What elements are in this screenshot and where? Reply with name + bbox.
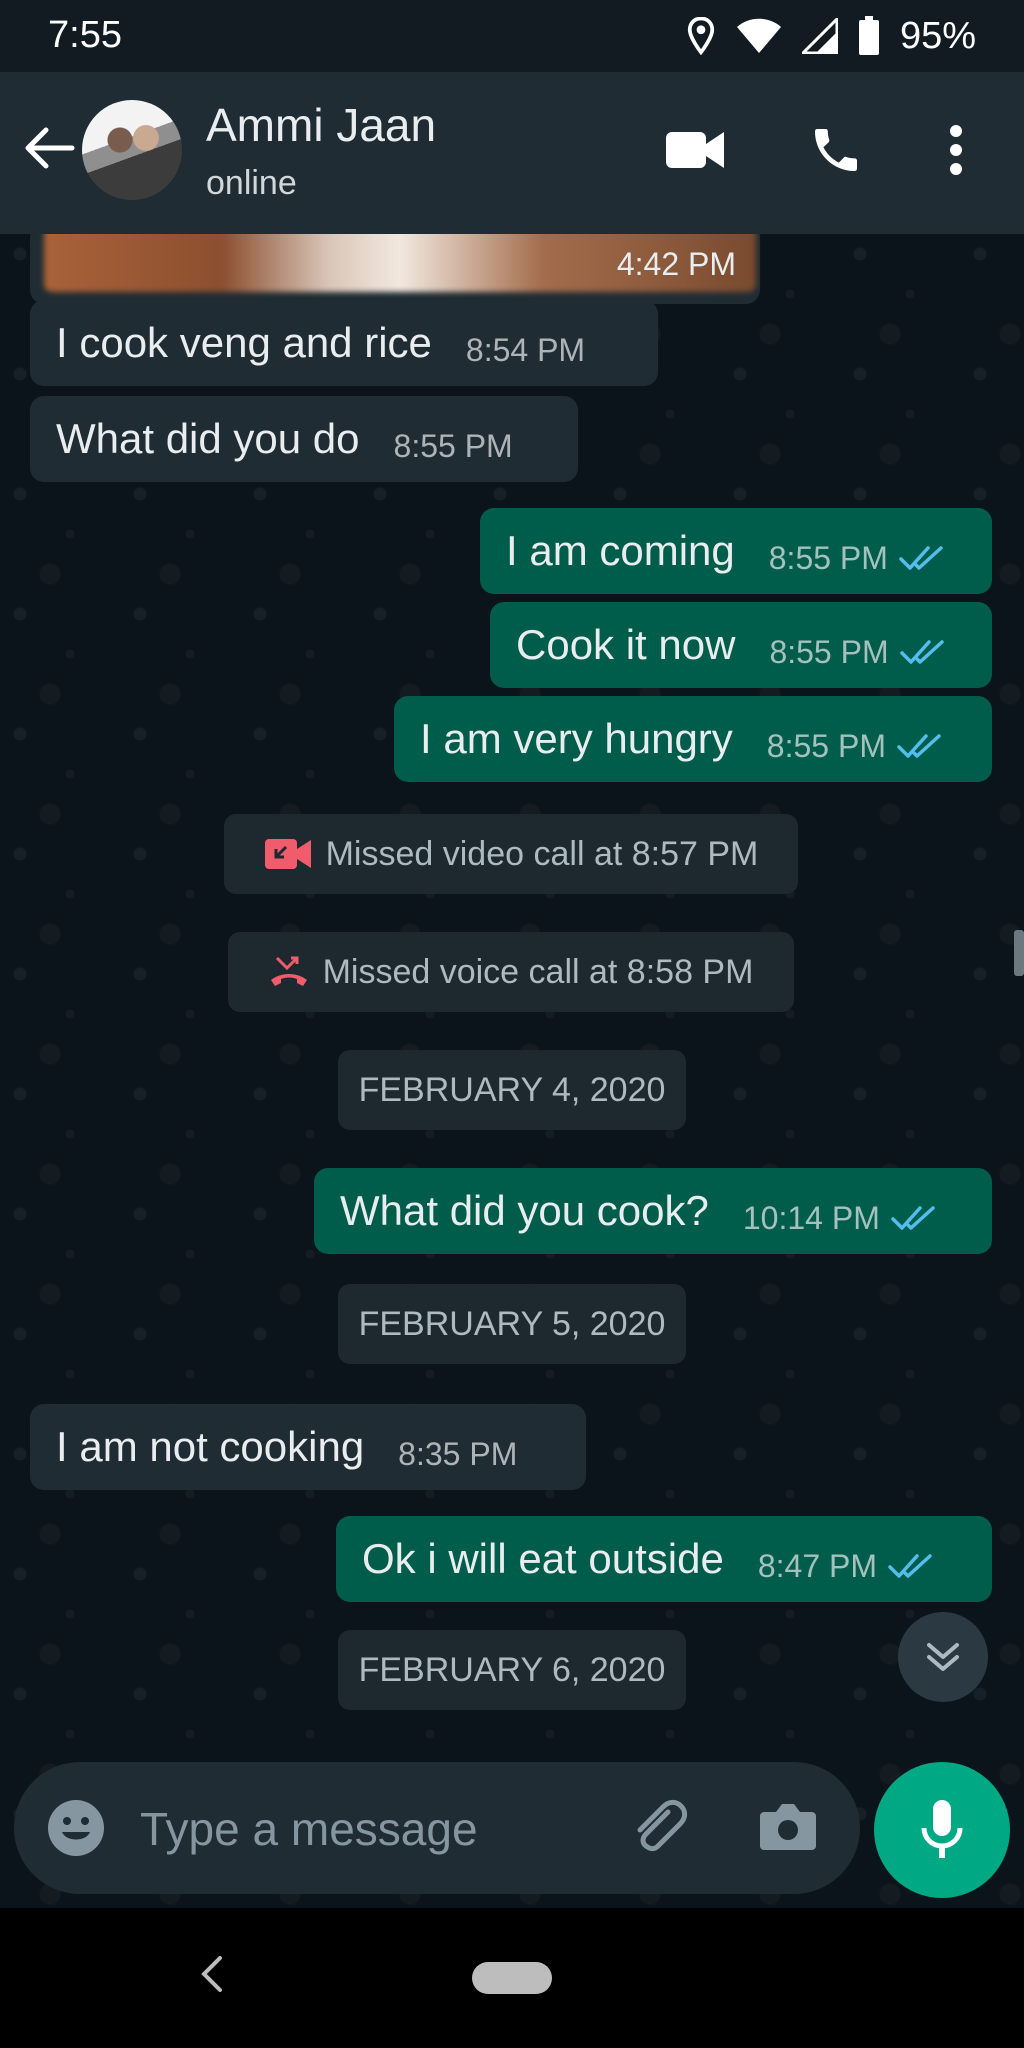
scrollbar-handle[interactable] [1014,930,1024,976]
missed-voice-call-notice[interactable]: Missed voice call at 8:58 PM [228,932,794,1012]
status-time: 7:55 [48,14,122,56]
system-message-text: Missed video call at 8:57 PM [325,834,759,873]
video-call-icon[interactable] [664,128,726,172]
contact-name[interactable]: Ammi Jaan [206,98,436,152]
scroll-to-bottom-button[interactable] [898,1612,988,1702]
chat-area[interactable]: 4:42 PM I cook veng and rice 8:54 PM Wha… [0,234,1024,1914]
chat-header: Ammi Jaan online [0,72,1024,234]
message-time: 8:55 PM [766,727,886,764]
emoji-icon[interactable] [46,1798,106,1858]
message-input-bar [14,1762,860,1894]
date-divider-text: FEBRUARY 6, 2020 [358,1650,666,1689]
message-time: 10:14 PM [742,1199,880,1236]
message-time: 8:47 PM [757,1547,877,1584]
voice-message-button[interactable] [874,1762,1010,1898]
message-input[interactable] [138,1788,592,1870]
battery-icon [858,16,879,55]
incoming-message[interactable]: What did you do 8:55 PM [30,396,578,482]
incoming-message[interactable]: I am not cooking 8:35 PM [30,1404,586,1490]
read-ticks-icon [891,1206,935,1230]
date-divider-text: FEBRUARY 4, 2020 [358,1070,666,1109]
wifi-icon [736,18,781,53]
mic-icon [921,1800,963,1858]
message-time: 4:42 PM [616,246,736,282]
date-divider: FEBRUARY 4, 2020 [338,1050,686,1130]
message-text: I am very hungry [420,715,733,762]
outgoing-message[interactable]: Cook it now 8:55 PM [490,602,992,688]
nav-home-button[interactable] [472,1962,552,1994]
missed-video-call-notice[interactable]: Missed video call at 8:57 PM [224,814,798,894]
scroll-down-icon [927,1643,959,1671]
status-icons: 95% [686,10,976,62]
camera-icon[interactable] [758,1800,818,1854]
outgoing-message[interactable]: I am very hungry 8:55 PM [394,696,992,782]
back-arrow-icon[interactable] [20,120,76,176]
image-message[interactable]: 4:42 PM [30,234,760,304]
outgoing-message[interactable]: I am coming 8:55 PM [480,508,992,594]
message-text: I cook veng and rice [56,319,432,366]
read-ticks-icon [888,1554,932,1578]
signal-icon [801,18,838,54]
status-bar: 7:55 95% [0,0,1024,72]
date-divider: FEBRUARY 6, 2020 [338,1630,686,1710]
message-text: Ok i will eat outside [362,1535,724,1582]
battery-percentage: 95% [899,14,976,57]
message-text: What did you cook? [340,1187,709,1234]
read-ticks-icon [897,734,941,758]
system-message-text: Missed voice call at 8:58 PM [322,952,754,991]
message-text: Cook it now [516,621,736,668]
read-ticks-icon [899,546,943,570]
message-time: 8:55 PM [769,633,889,670]
message-text: I am coming [506,527,735,574]
voice-call-icon[interactable] [808,122,864,178]
missed-video-call-icon [264,839,311,869]
message-time: 8:35 PM [398,1435,518,1472]
message-time: 8:55 PM [768,539,888,576]
location-icon [687,17,715,55]
outgoing-message[interactable]: What did you cook? 10:14 PM [314,1168,992,1254]
date-divider: FEBRUARY 5, 2020 [338,1284,686,1364]
incoming-message[interactable]: I cook veng and rice 8:54 PM [30,300,658,386]
contact-avatar[interactable] [82,100,182,200]
more-options-icon[interactable] [948,124,964,176]
message-text: What did you do [56,415,360,462]
missed-voice-call-icon [270,956,307,986]
message-text: I am not cooking [56,1423,365,1470]
read-ticks-icon [899,640,944,664]
message-time: 8:55 PM [393,427,513,464]
nav-back-icon[interactable] [196,1952,226,1996]
contact-status: online [206,164,297,202]
date-divider-text: FEBRUARY 5, 2020 [358,1304,666,1343]
message-time: 8:54 PM [465,331,586,368]
attach-icon[interactable] [628,1798,690,1860]
outgoing-message[interactable]: Ok i will eat outside 8:47 PM [336,1516,992,1602]
